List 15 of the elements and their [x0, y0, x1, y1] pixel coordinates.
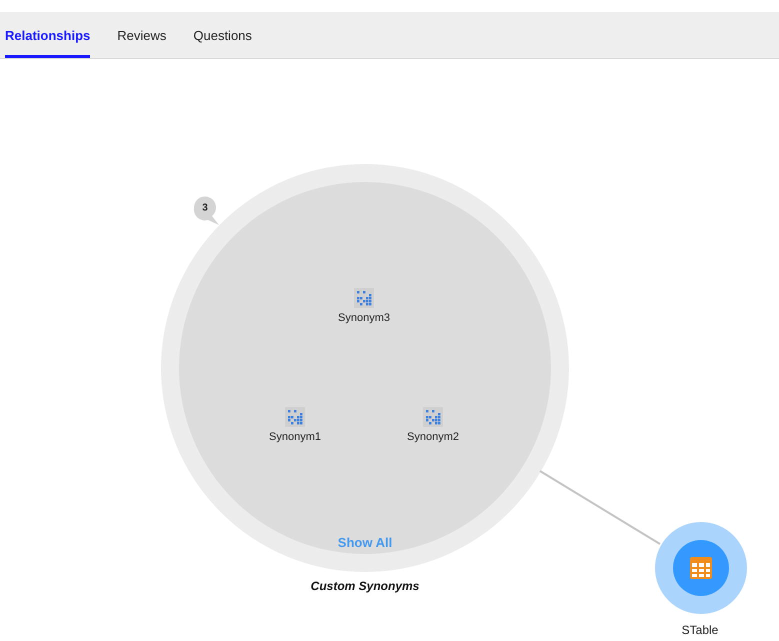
cluster-circle[interactable] [161, 164, 569, 572]
node-label: STable [682, 622, 718, 639]
tab[interactable]: Relationships [5, 12, 90, 58]
count-label: 3 [202, 202, 208, 216]
synonym-icon[interactable] [354, 288, 374, 308]
synonym-icon[interactable] [285, 407, 305, 427]
node-label: Synonym1 [269, 430, 321, 445]
synonym-icon[interactable] [423, 407, 443, 427]
node-label: Synonym3 [338, 311, 390, 326]
count-bubble [194, 196, 219, 225]
node-label: Synonym2 [407, 430, 459, 445]
cluster-caption: Custom Synonyms [310, 578, 420, 595]
table-icon [690, 557, 712, 579]
tab[interactable]: Reviews [117, 12, 166, 58]
tab[interactable]: Questions [193, 12, 252, 58]
